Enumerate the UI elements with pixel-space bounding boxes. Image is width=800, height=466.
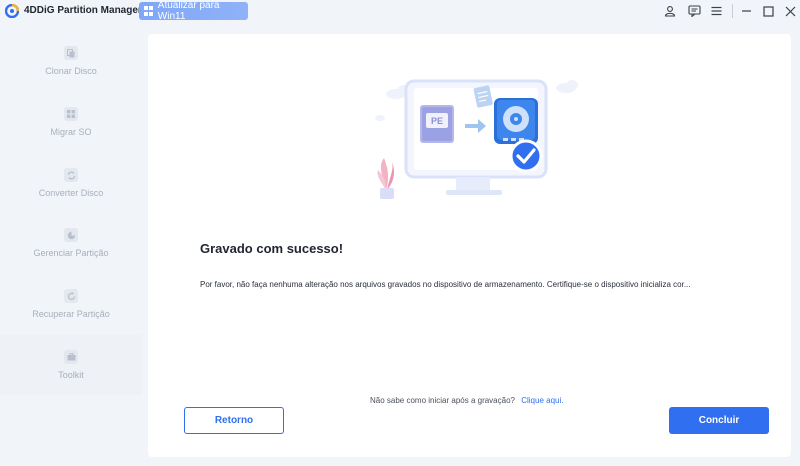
windows-icon bbox=[144, 6, 154, 16]
titlebar-divider bbox=[732, 4, 733, 18]
sidebar-item-label: Gerenciar Partição bbox=[33, 248, 109, 258]
success-description: Por favor, não faça nenhuma alteração no… bbox=[200, 280, 691, 289]
app-title: 4DDiG Partition Manager bbox=[24, 5, 142, 16]
done-button[interactable]: Concluir bbox=[669, 407, 769, 434]
clone-disk-icon bbox=[64, 46, 78, 60]
sidebar-item-gerenciar-particao[interactable]: Gerenciar Partição bbox=[0, 213, 142, 273]
close-icon[interactable] bbox=[783, 4, 797, 18]
manage-partition-icon bbox=[64, 228, 78, 242]
sidebar-item-recuperar-particao[interactable]: Recuperar Partição bbox=[0, 274, 142, 334]
sidebar-item-label: Converter Disco bbox=[38, 188, 104, 198]
feedback-icon[interactable] bbox=[687, 4, 701, 18]
recover-partition-icon bbox=[64, 289, 78, 303]
sidebar-item-clonar-disco[interactable]: Clonar Disco bbox=[0, 31, 142, 91]
illustration-pe-label: PE bbox=[431, 116, 443, 126]
help-line: Não sabe como iniciar após a gravação? C… bbox=[370, 396, 563, 405]
help-text: Não sabe como iniciar após a gravação? bbox=[370, 396, 515, 405]
sidebar-item-label: Migrar SO bbox=[50, 127, 92, 137]
help-link[interactable]: Clique aqui. bbox=[521, 396, 563, 405]
toolkit-icon bbox=[64, 350, 78, 364]
app-logo-icon bbox=[5, 4, 19, 18]
sidebar-item-converter-disco[interactable]: Converter Disco bbox=[0, 153, 142, 213]
sidebar-item-toolkit[interactable]: Toolkit bbox=[0, 335, 142, 395]
sidebar-item-label: Clonar Disco bbox=[45, 66, 97, 76]
sidebar-item-label: Toolkit bbox=[58, 370, 84, 380]
migrate-os-icon bbox=[64, 107, 78, 121]
menu-icon[interactable] bbox=[709, 4, 723, 18]
upgrade-win11-button[interactable]: Atualizar para Win11 bbox=[139, 0, 248, 22]
minimize-icon[interactable] bbox=[739, 4, 753, 18]
sidebar-item-migrar-so[interactable]: Migrar SO bbox=[0, 92, 142, 152]
back-button[interactable]: Retorno bbox=[184, 407, 284, 434]
success-heading: Gravado com sucesso! bbox=[200, 241, 344, 256]
user-icon[interactable] bbox=[663, 4, 677, 18]
convert-disk-icon bbox=[64, 168, 78, 182]
sidebar-item-label: Recuperar Partição bbox=[32, 309, 110, 319]
main-panel: PE Gravado com sucesso! Por favor, não f… bbox=[148, 34, 791, 457]
maximize-icon[interactable] bbox=[761, 4, 775, 18]
burn-success-illustration: PE bbox=[375, 79, 578, 199]
upgrade-label: Atualizar para Win11 bbox=[157, 0, 220, 22]
sidebar: Clonar Disco Migrar SO Converter Disco G… bbox=[0, 24, 142, 466]
title-bar: 4DDiG Partition Manager Atualizar para W… bbox=[0, 0, 800, 24]
